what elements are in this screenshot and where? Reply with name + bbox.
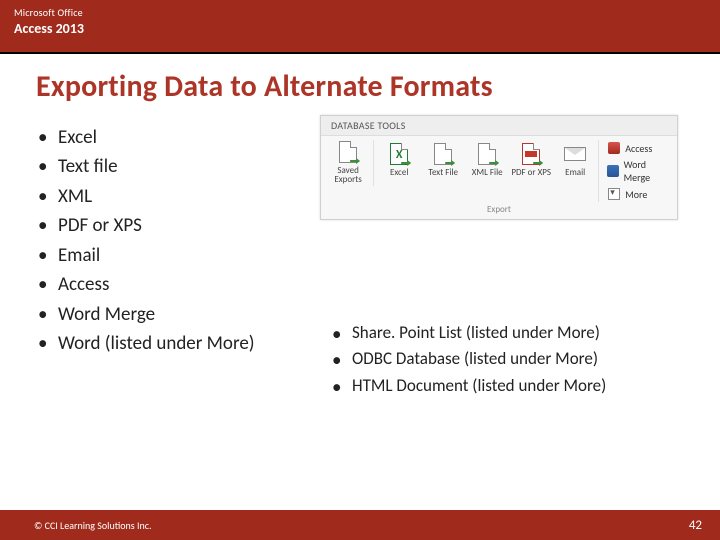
list-item: HTML Document (listed under More) xyxy=(330,373,680,399)
ribbon-group-caption: Export xyxy=(321,202,677,217)
saved-exports-icon xyxy=(333,140,363,164)
word-merge-button[interactable]: Word Merge xyxy=(603,157,673,185)
header-band: Microsoft Office Access 2013 xyxy=(0,0,720,52)
list-item: Word Merge xyxy=(36,300,326,329)
text-file-button[interactable]: Text File xyxy=(422,140,464,190)
slide-body: Excel Text file XML PDF or XPS Email Acc… xyxy=(0,105,720,465)
slide: Microsoft Office Access 2013 Exporting D… xyxy=(0,0,720,540)
right-column: Share. Point List (listed under More) OD… xyxy=(330,320,680,399)
ribbon-screenshot: DATABASE TOOLS Saved Exports X Excel xyxy=(320,115,680,220)
list-item: Text file xyxy=(36,152,326,181)
email-button[interactable]: Email xyxy=(554,140,596,190)
saved-exports-label: Saved Exports xyxy=(325,166,371,186)
pdf-xps-icon xyxy=(516,142,546,166)
list-item: Access xyxy=(36,270,326,299)
saved-exports-button[interactable]: Saved Exports xyxy=(325,140,374,186)
text-file-icon xyxy=(428,142,458,166)
access-button[interactable]: Access xyxy=(603,140,673,156)
left-column: Excel Text file XML PDF or XPS Email Acc… xyxy=(36,123,326,359)
more-button[interactable]: More xyxy=(603,186,673,202)
footer: © CCI Learning Solutions Inc. 42 xyxy=(0,510,720,540)
copyright: © CCI Learning Solutions Inc. xyxy=(34,519,152,532)
access-label: Access xyxy=(625,142,652,155)
excel-label: Excel xyxy=(390,168,408,188)
more-icon xyxy=(607,187,621,201)
list-item: Email xyxy=(36,241,326,270)
page-number: 42 xyxy=(689,518,702,533)
excel-icon: X xyxy=(384,142,414,166)
xml-file-button[interactable]: XML File xyxy=(466,140,508,190)
more-formats-list: Share. Point List (listed under More) OD… xyxy=(330,320,680,399)
xml-file-label: XML File xyxy=(472,168,503,188)
email-icon xyxy=(560,142,590,166)
list-item: XML xyxy=(36,182,326,211)
ribbon: DATABASE TOOLS Saved Exports X Excel xyxy=(320,115,678,220)
ribbon-row: Saved Exports X Excel Text File xyxy=(321,136,677,202)
word-merge-icon xyxy=(607,164,619,178)
slide-title: Exporting Data to Alternate Formats xyxy=(0,54,720,105)
brand-label: Microsoft Office xyxy=(14,6,706,19)
list-item: Word (listed under More) xyxy=(36,329,326,358)
list-item: PDF or XPS xyxy=(36,211,326,240)
email-label: Email xyxy=(565,168,585,188)
ribbon-side-list: Access Word Merge More xyxy=(598,140,673,202)
list-item: ODBC Database (listed under More) xyxy=(330,346,680,372)
text-file-label: Text File xyxy=(428,168,458,188)
product-label: Access 2013 xyxy=(14,20,706,37)
pdf-xps-label: PDF or XPS xyxy=(511,168,551,188)
access-icon xyxy=(607,141,621,155)
word-merge-label: Word Merge xyxy=(624,158,669,184)
excel-button[interactable]: X Excel xyxy=(378,140,420,190)
export-formats-list: Excel Text file XML PDF or XPS Email Acc… xyxy=(36,123,326,359)
list-item: Excel xyxy=(36,123,326,152)
list-item: Share. Point List (listed under More) xyxy=(330,320,680,346)
more-label: More xyxy=(625,188,647,201)
xml-file-icon xyxy=(472,142,502,166)
export-buttons-grid: X Excel Text File XML File xyxy=(374,140,596,190)
ribbon-tab-label: DATABASE TOOLS xyxy=(321,116,677,136)
pdf-xps-button[interactable]: PDF or XPS xyxy=(510,140,552,190)
